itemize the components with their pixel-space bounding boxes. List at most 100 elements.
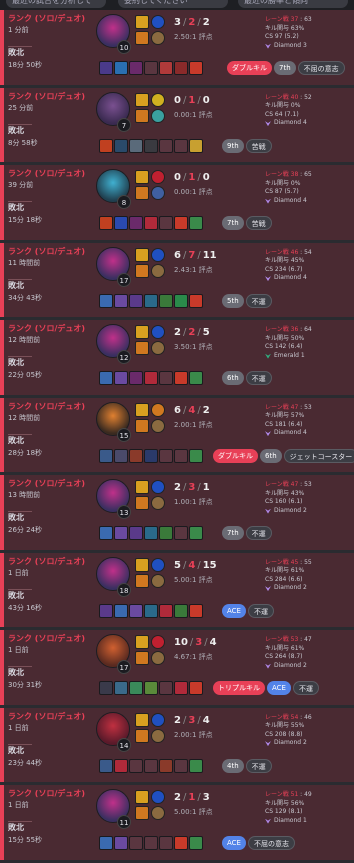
item-icon bbox=[159, 293, 173, 308]
assists: 2 bbox=[202, 404, 210, 416]
match-card[interactable]: ランク (ソロ/デュオ) 12 時間前 敗北 22分 05秒 12 2/2/5 3.50:1… bbox=[0, 320, 354, 395]
lane-label: レーン戦 bbox=[265, 636, 289, 643]
queue-type: ランク (ソロ/デュオ) bbox=[8, 324, 86, 333]
assists: 4 bbox=[209, 637, 217, 648]
match-info: ランク (ソロ/デュオ) 12 時間前 敗北 28分 18秒 bbox=[8, 402, 88, 458]
match-result: 敗北 bbox=[8, 745, 24, 755]
match-duration: 30分 31秒 bbox=[8, 681, 43, 689]
rune-icon bbox=[151, 418, 165, 433]
summoner-spell-icon bbox=[135, 263, 149, 278]
lane-label: レーン戦 bbox=[265, 16, 289, 23]
match-stats: レーン戦 46 : 54 キル関与 45% CS 234 (6.7) Diamond … bbox=[265, 249, 351, 283]
champion-level: 18 bbox=[117, 582, 131, 597]
time-ago: 1 日前 bbox=[8, 723, 29, 732]
item-icon bbox=[129, 371, 143, 385]
rank-tier: Emerald 1 bbox=[274, 351, 305, 359]
match-result: 敗北 bbox=[8, 48, 24, 57]
time-ago: 13 時間前 bbox=[8, 491, 41, 499]
kill-participation: キル関与 55% bbox=[265, 722, 305, 730]
match-result: 敗北 bbox=[8, 125, 24, 135]
rank-emblem-icon bbox=[265, 353, 271, 359]
match-card[interactable]: ランク (ソロ/デュオ) 1 日前 敗北 43分 16秒 18 5/4/15 5.00:1 … bbox=[0, 552, 354, 627]
match-card[interactable]: ランク (ソロ/デュオ) 11 時間前 敗北 34分 43秒 17 6/7/11 2.43:… bbox=[0, 242, 354, 317]
creep-score: CS 208 (8.8) bbox=[265, 730, 303, 738]
queue-type: ランク (ソロ/デュオ) bbox=[8, 246, 86, 256]
champion-level: 10 bbox=[117, 40, 131, 54]
item-build bbox=[99, 293, 204, 310]
kills: 5 bbox=[174, 559, 181, 571]
summoner-spell-icon bbox=[135, 651, 149, 665]
kda: 3/2/2 bbox=[174, 17, 210, 28]
kda-ratio: 5.00:1 評点 bbox=[174, 575, 213, 584]
lane-label: レーン戦 bbox=[265, 171, 289, 178]
lane-value: 38 bbox=[290, 171, 299, 178]
deaths: 2 bbox=[188, 17, 196, 28]
item-icon bbox=[159, 448, 173, 463]
item-icon bbox=[174, 526, 188, 540]
item-icon bbox=[189, 138, 203, 153]
match-tag: トリプルキル bbox=[213, 681, 265, 695]
time-ago: 1 日前 bbox=[8, 646, 29, 654]
divider bbox=[8, 201, 32, 202]
summoner-spell-icon bbox=[135, 325, 149, 339]
creep-score: CS 129 (8.1) bbox=[265, 808, 303, 816]
summoner-spell-icon bbox=[135, 480, 149, 494]
lane-label: レーン戦 bbox=[265, 481, 289, 488]
lane-extra: 46 bbox=[304, 713, 312, 721]
match-card[interactable]: ランク (ソロ/デュオ) 39 分前 敗北 15分 18秒 8 0/1/0 0.00:1 評… bbox=[0, 165, 354, 240]
match-card[interactable]: ランク (ソロ/デュオ) 1 日前 敗北 30分 31秒 17 10/3/4 4.67:1 … bbox=[0, 630, 354, 705]
creep-score: CS 160 (6.1) bbox=[265, 498, 303, 506]
kda-ratio: 0.00:1 評点 bbox=[174, 188, 213, 196]
match-tags: ダブルキル 6th ジェットコースター bbox=[213, 448, 354, 468]
rune-icon bbox=[151, 496, 165, 510]
lane-label: レーン戦 bbox=[265, 93, 289, 101]
summoner-spell-icon bbox=[135, 418, 149, 433]
deaths: 2 bbox=[188, 327, 196, 338]
item-icon bbox=[144, 526, 158, 540]
item-icon bbox=[144, 603, 158, 618]
deaths: 3 bbox=[188, 482, 196, 493]
summoner-spell-icon bbox=[135, 247, 149, 262]
match-card[interactable]: ランク (ソロ/デュオ) 1 日前 敗北 23分 44秒 14 2/3/4 2.00:1 評… bbox=[0, 707, 354, 782]
item-icon bbox=[174, 448, 188, 463]
item-build bbox=[99, 61, 204, 77]
item-icon bbox=[114, 371, 128, 385]
lane-value: 40 bbox=[290, 93, 299, 101]
match-tag: 不屈の意志 bbox=[297, 61, 345, 75]
rank-tier: Diamond 4 bbox=[274, 274, 307, 282]
match-result: 敗北 bbox=[8, 668, 24, 677]
match-card[interactable]: ランク (ソロ/デュオ) 12 時間前 敗北 28分 18秒 15 6/4/2 2.00:1… bbox=[0, 397, 354, 472]
match-info: ランク (ソロ/デュオ) 1 日前 敗北 43分 16秒 bbox=[8, 557, 88, 613]
item-icon bbox=[129, 293, 143, 308]
match-card[interactable]: ランク (ソロ/デュオ) 1 分前 敗北 18分 50秒 10 3/2/2 2.50:1 評… bbox=[0, 10, 354, 85]
rank-emblem-icon bbox=[265, 276, 271, 282]
time-ago: 1 日前 bbox=[8, 801, 29, 809]
item-icon bbox=[129, 526, 143, 540]
suggestion-pill[interactable]: 最近の勝率と傾向 bbox=[238, 0, 348, 8]
suggestion-pill[interactable]: 要約してください bbox=[118, 0, 228, 8]
item-icon bbox=[189, 448, 203, 463]
match-card[interactable]: ランク (ソロ/デュオ) 13 時間前 敗北 26分 24秒 13 2/3/1 1.00:1… bbox=[0, 475, 354, 550]
item-icon bbox=[159, 758, 173, 773]
item-icon bbox=[99, 371, 113, 385]
lane-label: レーン戦 bbox=[265, 791, 289, 798]
suggestion-pill[interactable]: 最近の試合を分析して bbox=[6, 0, 106, 8]
deaths: 1 bbox=[188, 94, 196, 106]
item-icon bbox=[114, 293, 128, 308]
match-tag: 7th bbox=[274, 61, 296, 75]
summoner-spell-icon bbox=[135, 573, 149, 588]
item-icon bbox=[114, 681, 128, 695]
match-info: ランク (ソロ/デュオ) 12 時間前 敗北 22分 05秒 bbox=[8, 324, 88, 380]
creep-score: CS 142 (6.4) bbox=[265, 343, 303, 351]
match-duration: 8分 58秒 bbox=[8, 138, 38, 147]
item-icon bbox=[99, 758, 113, 773]
item-icon bbox=[189, 293, 203, 308]
match-tags: 4th 不運 bbox=[222, 758, 274, 778]
lane-value: 51 bbox=[290, 791, 299, 798]
rune-icon bbox=[151, 712, 165, 727]
rune-icon bbox=[151, 247, 165, 262]
kda-ratio: 4.67:1 評点 bbox=[174, 653, 213, 661]
match-card[interactable]: ランク (ソロ/デュオ) 25 分前 敗北 8分 58秒 7 0/1/0 0.00:1 評点… bbox=[0, 87, 354, 162]
kill-participation: キル関与 56% bbox=[265, 799, 305, 807]
match-card[interactable]: ランク (ソロ/デュオ) 1 日前 敗北 15分 55秒 11 2/1/3 5.00:1 評… bbox=[0, 785, 354, 860]
